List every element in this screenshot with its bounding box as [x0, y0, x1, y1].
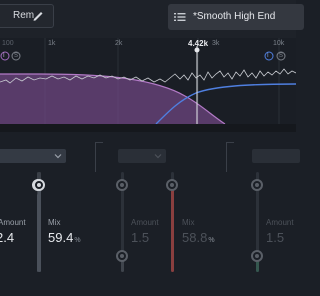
module-panels: Amount 2.4 Mix 59.4% Amount 1.5 Mix 58.8…: [0, 132, 300, 296]
module-selector[interactable]: Rem: [0, 4, 54, 28]
active-frequency: 4.42k: [188, 39, 209, 48]
panel2-mix-label: Mix: [182, 218, 195, 227]
panel3-amount-handle-top[interactable]: [251, 179, 263, 191]
freq-label-2k: 2k: [115, 40, 123, 47]
panel3-amount-value[interactable]: 1.5: [266, 230, 284, 245]
panel2-mode-dropdown[interactable]: [118, 149, 166, 163]
band-marker-label-4: S: [279, 53, 284, 59]
band-marker-label-3: I: [267, 53, 269, 59]
freq-label-3k: 3k: [212, 40, 220, 47]
spectrum-display[interactable]: 100 1k 2k 4.42k 3k 10k I S I S: [0, 38, 296, 124]
panel3-bracket: [226, 142, 234, 172]
panel1-amount-label: Amount: [0, 218, 26, 227]
panel1-mix-value[interactable]: 59.4%: [48, 230, 81, 245]
band-marker-label-2: S: [14, 53, 19, 59]
panel1-amount-level: [38, 189, 41, 272]
panel2-mix-level: [171, 188, 174, 272]
panel2-mix-value[interactable]: 58.8%: [182, 230, 215, 245]
list-menu-icon: [174, 13, 186, 21]
chevron-down-icon: [154, 154, 162, 159]
chevron-down-icon: [54, 154, 62, 159]
panel1-amount-handle[interactable]: [33, 179, 45, 191]
panel2-amount-label: Amount: [131, 218, 159, 227]
band-marker-label-1: I: [3, 53, 5, 59]
freq-label-10k: 10k: [273, 40, 285, 47]
panel2-amount-value[interactable]: 1.5: [131, 230, 149, 245]
preset-selector[interactable]: *Smooth High End: [168, 4, 304, 30]
panel2-amount-handle-top[interactable]: [116, 179, 128, 191]
section-divider: [0, 124, 296, 132]
band-markers: [0, 51, 286, 61]
spectrum-graph: [0, 38, 296, 124]
panel2-bracket: [95, 142, 103, 172]
preset-name: *Smooth High End: [193, 11, 276, 22]
panel2-mix-handle[interactable]: [166, 179, 178, 191]
freq-label-1k: 1k: [48, 40, 56, 47]
panel1-mode-dropdown[interactable]: [0, 149, 66, 163]
panel1-amount-value[interactable]: 2.4: [0, 230, 14, 245]
freq-label-100: 100: [2, 40, 14, 47]
panel3-amount-handle[interactable]: [251, 250, 263, 262]
panel3-mode-dropdown[interactable]: [252, 149, 300, 163]
toolbar: Rem *Smooth High End: [0, 0, 304, 38]
panel3-amount-label: Amount: [266, 218, 294, 227]
panel1-mix-label: Mix: [48, 218, 61, 227]
pen-icon[interactable]: [31, 8, 45, 22]
panel2-amount-handle[interactable]: [116, 250, 128, 262]
